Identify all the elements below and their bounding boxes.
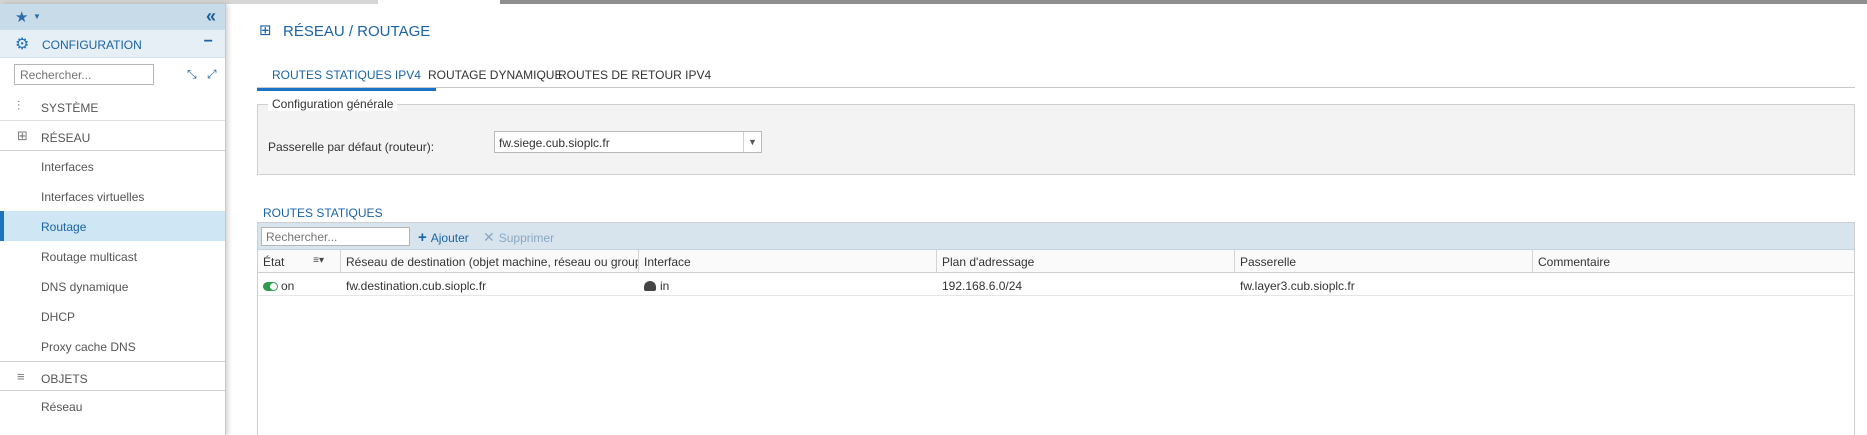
grid-toolbar: +Ajouter ✕Supprimer: [258, 223, 1854, 250]
network-icon: ⊞: [259, 22, 272, 39]
sidebar-item-label: Routage multicast: [41, 250, 138, 264]
state-value: on: [281, 279, 295, 293]
sidebar-item-label: DNS dynamique: [41, 280, 129, 294]
column-header-addressing[interactable]: Plan d'adressage: [937, 250, 1235, 272]
sidebar-item-dynamic-dns[interactable]: DNS dynamique: [0, 271, 225, 301]
caret-down-icon[interactable]: ▼: [33, 12, 41, 21]
sidebar-item-label: Proxy cache DNS: [41, 340, 136, 354]
delete-route-button[interactable]: ✕ Supprimer: [483, 229, 554, 246]
page-title: RÉSEAU / ROUTAGE: [283, 23, 431, 40]
column-header-comment[interactable]: Commentaire: [1533, 250, 1854, 272]
sliders-icon: ⫶: [17, 98, 21, 113]
routes-search-input[interactable]: [261, 227, 410, 246]
column-header-label: État: [263, 255, 285, 269]
configuration-header[interactable]: ⚙ CONFIGURATION −: [0, 30, 225, 58]
column-header-state[interactable]: État ≡▾: [258, 250, 341, 272]
sidebar: ★ ▼ « ⚙ CONFIGURATION − ⤡ ⤢ ⫶ SYSTÈME ⊞ …: [0, 4, 226, 435]
tab-bar: ROUTES STATIQUES IPV4 ROUTAGE DYNAMIQUE …: [257, 62, 1855, 91]
gear-icon: ⚙: [15, 36, 30, 53]
sidebar-group-objects[interactable]: ≡ OBJETS: [0, 361, 225, 391]
close-icon: ✕: [483, 229, 495, 245]
delete-label: Supprimer: [498, 231, 555, 245]
sidebar-item-label: DHCP: [41, 310, 76, 324]
static-routes-title: ROUTES STATIQUES: [263, 206, 383, 220]
table-row[interactable]: on fw.destination.cub.sioplc.fr in 192.1…: [258, 273, 1854, 296]
add-label: Ajouter: [430, 231, 469, 245]
destination-cell: fw.destination.cub.sioplc.fr: [346, 279, 487, 293]
add-route-button[interactable]: + Ajouter: [418, 229, 469, 246]
gateway-cell: fw.layer3.cub.sioplc.fr: [1240, 279, 1355, 293]
grid-header: État ≡▾ Réseau de destination (objet mac…: [258, 250, 1854, 273]
sidebar-item-virtual-interfaces[interactable]: Interfaces virtuelles: [0, 181, 225, 211]
addressing-cell: 192.168.6.0/24: [942, 279, 1023, 293]
sidebar-item-label: Routage: [41, 220, 87, 234]
database-icon: ≡: [17, 369, 25, 384]
static-routes-grid: +Ajouter ✕Supprimer État ≡▾ Réseau de de…: [257, 222, 1855, 435]
sidebar-item-dns-cache-proxy[interactable]: Proxy cache DNS: [0, 331, 225, 361]
default-gateway-value: fw.siege.cub.sioplc.fr: [499, 136, 610, 150]
sidebar-item-multicast-routing[interactable]: Routage multicast: [0, 241, 225, 271]
tab-return-routes-ipv4[interactable]: ROUTES DE RETOUR IPV4: [543, 68, 726, 88]
state-cell[interactable]: on: [258, 273, 341, 295]
column-header-destination[interactable]: Réseau de destination (objet machine, ré…: [341, 250, 639, 272]
general-config-panel: Configuration générale Passerelle par dé…: [257, 97, 1855, 175]
sidebar-search-area: ⤡ ⤢: [0, 58, 225, 91]
sidebar-group-label: SYSTÈME: [41, 101, 99, 115]
sidebar-item-label: Interfaces: [41, 160, 94, 174]
column-header-interface[interactable]: Interface: [639, 250, 937, 272]
sidebar-group-system[interactable]: ⫶ SYSTÈME: [0, 91, 225, 121]
toggle-on-icon[interactable]: [263, 282, 278, 291]
interface-icon: [644, 281, 656, 291]
sort-icon[interactable]: ≡▾: [313, 255, 324, 266]
sidebar-item-dhcp[interactable]: DHCP: [0, 301, 225, 331]
sidebar-group-network[interactable]: ⊞ RÉSEAU: [0, 121, 225, 151]
network-icon: ⊞: [17, 128, 28, 143]
double-chevron-left-icon[interactable]: «: [206, 6, 216, 27]
sidebar-item-routing[interactable]: Routage: [0, 211, 225, 241]
chevron-down-icon[interactable]: ▼: [743, 132, 761, 152]
tab-static-routes-ipv4[interactable]: ROUTES STATIQUES IPV4: [257, 68, 436, 91]
sidebar-item-label: Interfaces virtuelles: [41, 190, 145, 204]
default-gateway-select[interactable]: fw.siege.cub.sioplc.fr ▼: [494, 131, 762, 153]
sidebar-item-network-objects[interactable]: Réseau: [0, 391, 225, 421]
sidebar-group-label: OBJETS: [41, 372, 88, 386]
sidebar-item-label: Réseau: [41, 400, 83, 414]
sidebar-search-input[interactable]: [14, 64, 154, 85]
column-header-gateway[interactable]: Passerelle: [1235, 250, 1533, 272]
collapse-section-icon[interactable]: −: [204, 33, 213, 51]
favorites-bar: ★ ▼ «: [0, 4, 225, 30]
interface-value: in: [660, 279, 670, 293]
plus-icon: +: [418, 229, 427, 246]
expand-all-icon[interactable]: ⤢: [207, 67, 217, 82]
main-content: ⊞ RÉSEAU / ROUTAGE ROUTES STATIQUES IPV4…: [226, 4, 1867, 435]
comment-cell: [1533, 273, 1854, 295]
general-config-legend: Configuration générale: [268, 97, 398, 111]
interface-cell: in: [639, 273, 937, 295]
configuration-label: CONFIGURATION: [42, 38, 142, 52]
sidebar-item-interfaces[interactable]: Interfaces: [0, 151, 225, 181]
collapse-all-icon[interactable]: ⤡: [187, 67, 197, 82]
sidebar-group-label: RÉSEAU: [41, 131, 91, 145]
star-icon[interactable]: ★: [15, 8, 28, 26]
default-gateway-label: Passerelle par défaut (routeur):: [268, 140, 435, 154]
